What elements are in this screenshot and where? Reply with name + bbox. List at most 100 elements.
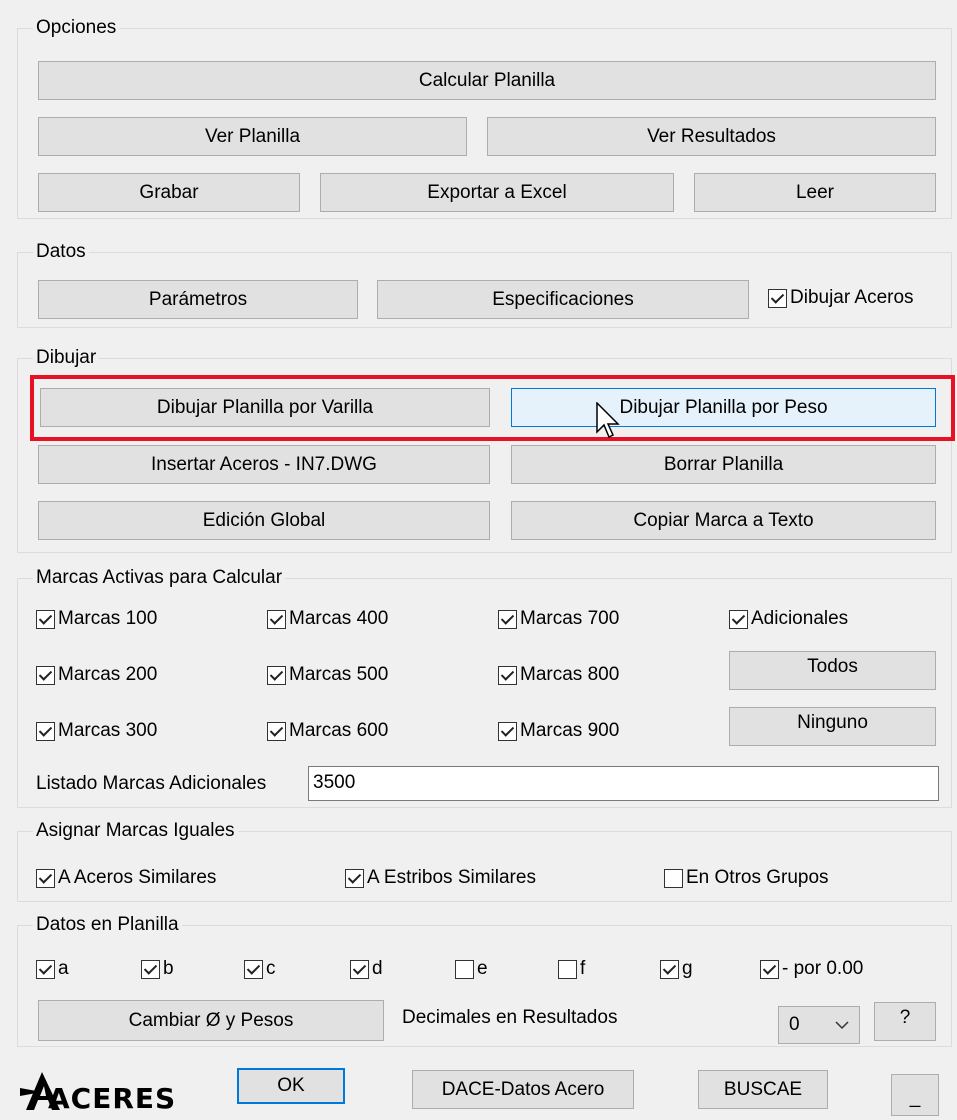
marcas-100-label: Marcas 100 xyxy=(58,608,158,629)
aceros-similares-checkbox[interactable]: A Aceros Similares xyxy=(36,866,216,890)
marcas-700-checkbox[interactable]: Marcas 700 xyxy=(498,607,619,631)
otros-grupos-label: En Otros Grupos xyxy=(686,867,829,888)
checkbox-icon xyxy=(664,868,683,888)
col-a-label: a xyxy=(58,958,69,979)
col-c-label: c xyxy=(266,958,276,979)
col-b-checkbox[interactable]: b xyxy=(141,957,174,981)
col-f-label: f xyxy=(580,958,586,979)
checkbox-icon xyxy=(729,609,748,629)
datos-title: Datos xyxy=(33,241,89,263)
mouse-cursor-icon xyxy=(596,402,620,439)
checkbox-icon xyxy=(345,868,364,888)
ver-planilla-button[interactable]: Ver Planilla xyxy=(38,117,467,156)
planilla-title: Datos en Planilla xyxy=(33,914,182,936)
edicion-global-button[interactable]: Edición Global xyxy=(38,501,490,540)
col-e-checkbox[interactable]: e xyxy=(455,957,488,981)
col-g-label: g xyxy=(682,958,693,979)
marcas-900-checkbox[interactable]: Marcas 900 xyxy=(498,719,619,743)
estribos-similares-label: A Estribos Similares xyxy=(367,867,536,888)
checkbox-icon xyxy=(36,609,55,629)
aceres-logo: ACERES xyxy=(18,1068,175,1116)
checkbox-icon xyxy=(768,288,787,308)
marcas-800-label: Marcas 800 xyxy=(520,664,620,685)
checkbox-icon xyxy=(36,721,55,741)
ver-resultados-button[interactable]: Ver Resultados xyxy=(487,117,936,156)
ninguno-button[interactable]: Ninguno xyxy=(729,707,936,746)
parametros-button[interactable]: Parámetros xyxy=(38,280,358,319)
dace-button[interactable]: DACE-Datos Acero xyxy=(412,1070,634,1109)
marcas-300-checkbox[interactable]: Marcas 300 xyxy=(36,719,157,743)
col-a-checkbox[interactable]: a xyxy=(36,957,69,981)
checkbox-icon xyxy=(498,721,517,741)
insertar-aceros-button[interactable]: Insertar Aceros - IN7.DWG xyxy=(38,445,490,484)
marcas-300-label: Marcas 300 xyxy=(58,720,158,741)
col-b-label: b xyxy=(163,958,174,979)
highlight-box xyxy=(30,375,955,441)
listado-marcas-input[interactable]: 3500 xyxy=(308,766,939,801)
grabar-button[interactable]: Grabar xyxy=(38,173,300,212)
decimales-label: Decimales en Resultados xyxy=(402,1007,618,1028)
checkbox-icon xyxy=(36,959,55,979)
marcas-700-label: Marcas 700 xyxy=(520,608,620,629)
checkbox-icon xyxy=(660,959,679,979)
aceros-similares-label: A Aceros Similares xyxy=(58,867,217,888)
checkbox-icon xyxy=(141,959,160,979)
dibujar-aceros-label: Dibujar Aceros xyxy=(790,287,914,308)
checkbox-icon xyxy=(267,665,286,685)
col-e-label: e xyxy=(477,958,488,979)
marcas-200-label: Marcas 200 xyxy=(58,664,158,685)
checkbox-icon xyxy=(760,959,779,979)
decimales-select[interactable]: 0 xyxy=(778,1006,860,1044)
adicionales-checkbox[interactable]: Adicionales xyxy=(729,607,848,631)
marcas-200-checkbox[interactable]: Marcas 200 xyxy=(36,663,157,687)
calcular-planilla-button[interactable]: Calcular Planilla xyxy=(38,61,936,100)
marcas-100-checkbox[interactable]: Marcas 100 xyxy=(36,607,157,631)
cambiar-pesos-button[interactable]: Cambiar Ø y Pesos xyxy=(38,1000,384,1041)
checkbox-icon xyxy=(455,959,474,979)
checkbox-icon xyxy=(498,609,517,629)
marcas-800-checkbox[interactable]: Marcas 800 xyxy=(498,663,619,687)
listado-marcas-label: Listado Marcas Adicionales xyxy=(36,773,267,794)
otros-grupos-checkbox[interactable]: En Otros Grupos xyxy=(664,866,829,890)
marcas-title: Marcas Activas para Calcular xyxy=(33,567,286,589)
col-d-checkbox[interactable]: d xyxy=(350,957,383,981)
checkbox-icon xyxy=(558,959,577,979)
por-checkbox[interactable]: - por 0.00 xyxy=(760,957,863,981)
checkbox-icon xyxy=(244,959,263,979)
checkbox-icon xyxy=(36,868,55,888)
leer-button[interactable]: Leer xyxy=(694,173,936,212)
help-button[interactable]: ? xyxy=(874,1002,936,1041)
logo-text: ACERES xyxy=(48,1082,177,1115)
chevron-down-icon xyxy=(835,1020,849,1029)
estribos-similares-checkbox[interactable]: A Estribos Similares xyxy=(345,866,536,890)
marcas-500-label: Marcas 500 xyxy=(289,664,389,685)
marcas-400-label: Marcas 400 xyxy=(289,608,389,629)
minimize-button[interactable]: _ xyxy=(891,1074,939,1116)
checkbox-icon xyxy=(267,721,286,741)
todos-button[interactable]: Todos xyxy=(729,651,936,690)
especificaciones-button[interactable]: Especificaciones xyxy=(377,280,749,319)
decimales-value: 0 xyxy=(789,1014,800,1035)
checkbox-icon xyxy=(267,609,286,629)
marcas-500-checkbox[interactable]: Marcas 500 xyxy=(267,663,388,687)
exportar-excel-button[interactable]: Exportar a Excel xyxy=(320,173,674,212)
por-label: - por 0.00 xyxy=(782,958,864,979)
adicionales-label: Adicionales xyxy=(751,608,849,629)
checkbox-icon xyxy=(498,665,517,685)
dibujar-aceros-checkbox[interactable]: Dibujar Aceros xyxy=(768,286,914,310)
marcas-600-checkbox[interactable]: Marcas 600 xyxy=(267,719,388,743)
col-g-checkbox[interactable]: g xyxy=(660,957,693,981)
col-c-checkbox[interactable]: c xyxy=(244,957,276,981)
checkbox-icon xyxy=(350,959,369,979)
ok-button[interactable]: OK xyxy=(237,1068,345,1104)
asignar-title: Asignar Marcas Iguales xyxy=(33,820,238,842)
buscae-button[interactable]: BUSCAE xyxy=(698,1070,828,1109)
dibujar-title: Dibujar xyxy=(33,347,100,369)
opciones-title: Opciones xyxy=(33,17,120,39)
col-f-checkbox[interactable]: f xyxy=(558,957,585,981)
marcas-400-checkbox[interactable]: Marcas 400 xyxy=(267,607,388,631)
borrar-planilla-button[interactable]: Borrar Planilla xyxy=(511,445,936,484)
marcas-600-label: Marcas 600 xyxy=(289,720,389,741)
copiar-marca-button[interactable]: Copiar Marca a Texto xyxy=(511,501,936,540)
col-d-label: d xyxy=(372,958,383,979)
